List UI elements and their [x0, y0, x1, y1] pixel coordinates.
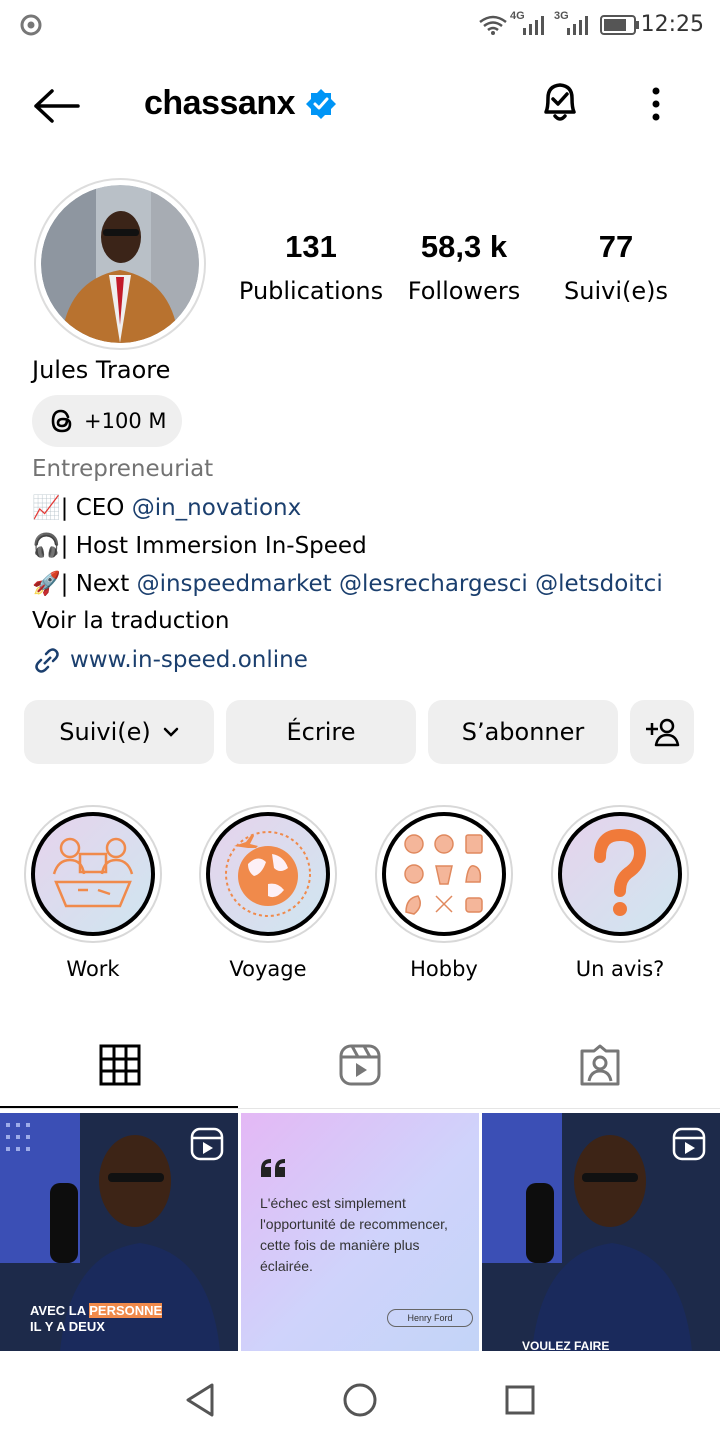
message-button-label: Écrire — [286, 718, 356, 746]
post-quote-text: L'échec est simplement l'opportunité de … — [260, 1195, 448, 1274]
wifi-icon — [479, 15, 507, 35]
caption-highlight: PERSONNE — [89, 1303, 163, 1318]
question-mark-icon — [594, 829, 647, 916]
stat-following-count: 77 — [598, 229, 634, 264]
profile-name: Jules Traore — [32, 356, 171, 384]
add-person-icon — [646, 718, 680, 747]
quote-icon — [261, 1159, 285, 1177]
signal-icon — [523, 16, 544, 35]
grid-icon — [99, 1044, 141, 1086]
headphones-emoji-icon: 🎧 — [32, 533, 61, 559]
bio-line-3: 🚀| Next @inspeedmarket @lesrechargesci @… — [32, 570, 663, 597]
bio-text: | Next — [60, 571, 137, 597]
more-options-icon[interactable] — [646, 86, 666, 126]
highlight-un-avis[interactable]: Un avis? — [551, 805, 689, 981]
website-url: www.in-speed.online — [70, 647, 308, 673]
bio-line-2: 🎧| Host Immersion In-Speed — [32, 532, 367, 559]
website-link[interactable]: www.in-speed.online — [32, 646, 308, 674]
signal-icon — [567, 16, 588, 35]
chrome-icon — [20, 14, 42, 36]
back-arrow-icon[interactable] — [32, 88, 80, 124]
mention-link[interactable]: @lesrechargesci — [339, 571, 528, 597]
caption-text: IL Y A DEUX — [30, 1319, 105, 1334]
link-icon — [35, 648, 59, 673]
bio-text: | Host Immersion In-Speed — [60, 533, 367, 559]
system-navigation-bar — [0, 1360, 720, 1440]
hobby-icons-icon — [404, 834, 483, 915]
caption-text: AVEC LA — [30, 1303, 90, 1318]
nav-recents-icon[interactable] — [504, 1384, 536, 1416]
globe-plane-icon — [225, 831, 311, 917]
nav-home-icon[interactable] — [342, 1382, 378, 1418]
bio-line-1: 📈| CEO @in_novationx — [32, 494, 301, 521]
subscribe-button-label: S’abonner — [461, 718, 585, 746]
highlight-label: Voyage — [229, 957, 307, 981]
nav-back-icon[interactable] — [184, 1382, 216, 1418]
chart-emoji-icon: 📈 — [32, 495, 61, 521]
following-button-label: Suivi(e) — [59, 718, 151, 746]
threads-followers-label: +100 M — [84, 409, 167, 433]
tab-tagged[interactable] — [480, 1020, 720, 1110]
battery-icon — [600, 15, 639, 35]
notification-bell-icon[interactable] — [538, 78, 582, 126]
mention-link[interactable]: @in_novationx — [132, 495, 302, 521]
translate-link[interactable]: Voir la traduction — [32, 608, 229, 634]
highlight-label: Un avis? — [575, 957, 665, 981]
rocket-emoji-icon: 🚀 — [32, 571, 61, 597]
profile-category: Entrepreneuriat — [32, 456, 214, 482]
following-button[interactable]: Suivi(e) — [24, 700, 214, 764]
bio-text: | CEO — [60, 495, 132, 521]
threads-badge[interactable]: +100 M — [32, 395, 182, 447]
highlight-hobby[interactable]: Hobby — [375, 805, 513, 981]
suggested-users-button[interactable] — [630, 700, 694, 764]
post-caption: AVEC LA PERSONNE IL Y A DEUX — [30, 1303, 163, 1335]
highlight-work[interactable]: Work — [24, 805, 162, 981]
reel-indicator-icon — [672, 1127, 706, 1161]
mention-link[interactable]: @letsdoitci — [535, 571, 663, 597]
profile-username: chassanx — [144, 84, 296, 122]
highlight-voyage[interactable]: Voyage — [199, 805, 337, 981]
reels-icon — [339, 1044, 381, 1086]
threads-icon — [51, 409, 72, 433]
status-bar: 4G 3G 12:25 — [0, 0, 720, 50]
highlight-label: Hobby — [410, 957, 478, 981]
stat-posts-label: Publications — [238, 277, 384, 305]
stat-followers-label: Followers — [407, 277, 521, 305]
mention-link[interactable]: @inspeedmarket — [137, 571, 332, 597]
tab-reels[interactable] — [240, 1020, 480, 1110]
chevron-down-icon — [163, 727, 178, 737]
clock: 12:25 — [640, 12, 704, 37]
post-caption: VOULEZ FAIRE — [522, 1339, 610, 1351]
highlight-label: Work — [66, 957, 120, 981]
message-button[interactable]: Écrire — [226, 700, 416, 764]
stat-following-label: Suivi(e)s — [564, 277, 668, 305]
avatar[interactable] — [34, 178, 206, 350]
reel-indicator-icon — [190, 1127, 224, 1161]
post-thumbnail[interactable]: VOULEZ FAIRE — [482, 1113, 720, 1351]
post-thumbnail[interactable]: AVEC LA PERSONNE IL Y A DEUX — [0, 1113, 238, 1351]
stat-posts-count: 131 — [285, 229, 337, 264]
stat-followers-count: 58,3 k — [420, 229, 508, 264]
tab-grid[interactable] — [0, 1020, 240, 1110]
tagged-person-icon — [580, 1044, 620, 1086]
subscribe-button[interactable]: S’abonner — [428, 700, 618, 764]
profile-header: chassanx — [0, 60, 720, 150]
meeting-icon — [52, 837, 134, 908]
verified-badge-icon — [306, 89, 336, 119]
post-thumbnail[interactable]: L'échec est simplement l'opportunité de … — [241, 1113, 479, 1351]
post-quote-author: Henry Ford — [387, 1309, 473, 1327]
